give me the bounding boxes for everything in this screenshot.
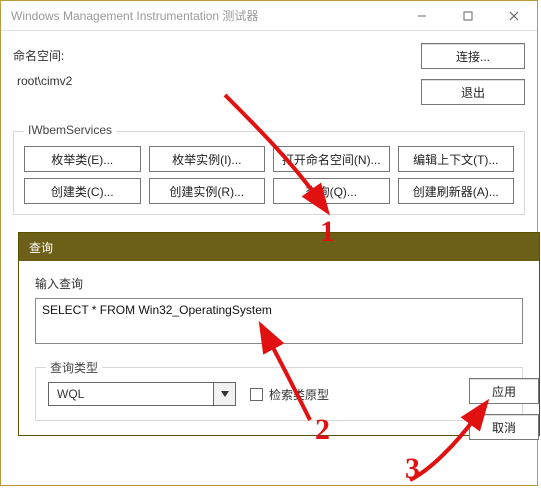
query-type-legend: 查询类型 — [46, 359, 102, 376]
iwbemservices-legend: IWbemServices — [24, 123, 116, 137]
connect-button[interactable]: 连接... — [421, 43, 525, 69]
iwbemservices-group: IWbemServices 枚举类(E)... 枚举实例(I)... 打开命名空… — [13, 131, 525, 215]
close-button[interactable] — [491, 1, 537, 31]
apply-button[interactable]: 应用 — [469, 378, 539, 404]
query-input[interactable] — [35, 298, 523, 344]
enum-classes-button[interactable]: 枚举类(E)... — [24, 146, 141, 172]
query-dialog-title: 查询 — [29, 239, 53, 256]
open-namespace-button[interactable]: 打开命名空间(N)... — [273, 146, 390, 172]
enum-instances-button[interactable]: 枚举实例(I)... — [149, 146, 266, 172]
minimize-button[interactable] — [399, 1, 445, 31]
window-title: Windows Management Instrumentation 测试器 — [1, 7, 399, 24]
exit-button[interactable]: 退出 — [421, 79, 525, 105]
query-dialog-titlebar: 查询 — [19, 233, 539, 261]
query-type-combo[interactable]: WQL — [48, 382, 236, 406]
namespace-value: root\cimv2 — [13, 74, 421, 88]
maximize-button[interactable] — [445, 1, 491, 31]
create-class-button[interactable]: 创建类(C)... — [24, 178, 141, 204]
query-button[interactable]: 查询(Q)... — [273, 178, 390, 204]
edit-context-button[interactable]: 编辑上下文(T)... — [398, 146, 515, 172]
query-input-label: 输入查询 — [35, 275, 523, 292]
query-type-value: WQL — [57, 387, 84, 401]
checkbox-label: 检索类原型 — [269, 386, 329, 403]
titlebar: Windows Management Instrumentation 测试器 — [1, 1, 537, 31]
chevron-down-icon — [213, 383, 235, 405]
query-dialog: 查询 输入查询 查询类型 WQL 检索类原型 — [18, 232, 540, 436]
retrieve-class-proto-checkbox[interactable]: 检索类原型 — [250, 386, 329, 403]
query-type-group: 查询类型 WQL 检索类原型 — [35, 367, 523, 421]
dialog-action-column: 应用 取消 — [469, 378, 539, 440]
checkbox-box-icon — [250, 388, 263, 401]
create-refresher-button[interactable]: 创建刷新器(A)... — [398, 178, 515, 204]
create-instance-button[interactable]: 创建实例(R)... — [149, 178, 266, 204]
cancel-button[interactable]: 取消 — [469, 414, 539, 440]
namespace-label: 命名空间: — [13, 47, 421, 64]
